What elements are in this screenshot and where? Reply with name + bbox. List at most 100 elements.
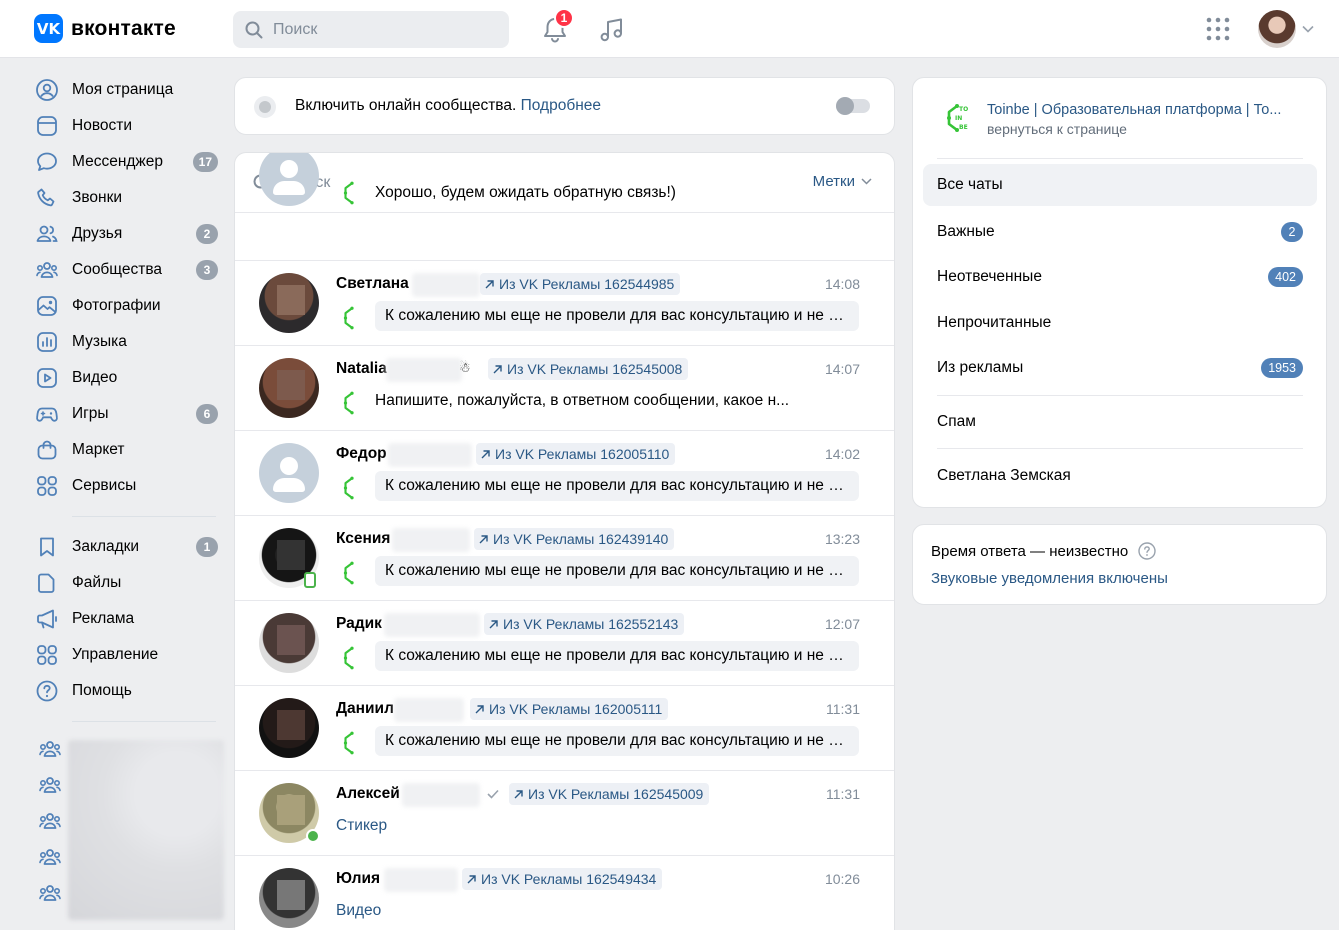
chat-row[interactable]: Алексей Из VK Рекламы 162545009 11:31 Стике… xyxy=(235,771,894,856)
video-icon xyxy=(34,365,60,391)
music-note-icon[interactable] xyxy=(598,16,626,44)
chat-row[interactable]: Светлана Из VK Рекламы 162544985 14:08 К со… xyxy=(235,261,894,346)
sidebar-item-label: Закладки xyxy=(72,538,140,555)
sidebar-item-photos[interactable]: Фотографии xyxy=(34,288,224,324)
last-message: Напишите, пожалуйста, в ответном сообщен… xyxy=(375,392,790,409)
svg-text:TO: TO xyxy=(959,106,968,113)
last-message: К сожалению мы еще не провели для вас ко… xyxy=(375,556,859,586)
back-to-page-link[interactable]: вернуться к странице xyxy=(987,121,1292,137)
contact-name: Ксения xyxy=(336,530,391,547)
chat-row[interactable]: Ксения Из VK Рекламы 162439140 13:23 К сожа… xyxy=(235,516,894,601)
sidebar-item-news[interactable]: Новости xyxy=(34,108,224,144)
community-header[interactable]: TO IN BE Toinbe | Образовательная платфо… xyxy=(943,102,1292,137)
sidebar-item-bookmark[interactable]: Закладки 1 xyxy=(34,529,224,565)
news-icon xyxy=(34,113,60,139)
sidebar-item-user-circle[interactable]: Моя страница xyxy=(34,72,224,108)
last-message-attachment: Стикер xyxy=(336,817,388,834)
blurred-surname xyxy=(388,443,472,467)
sidebar-item-label: Сообщества xyxy=(72,261,163,278)
games-icon xyxy=(34,401,60,427)
ad-source-tag[interactable]: Из VK Рекламы 162545009 xyxy=(509,783,710,805)
sidebar-item-services[interactable]: Сервисы xyxy=(34,468,224,504)
community-group-icon[interactable] xyxy=(38,737,62,761)
chat-row[interactable]: Федор Из VK Рекламы 162005110 14:02 К сожал… xyxy=(235,431,894,516)
arrow-up-right-icon xyxy=(514,789,523,798)
folder-item[interactable]: Светлана Земская xyxy=(923,455,1317,497)
sidebar-item-message[interactable]: Мессенджер 17 xyxy=(34,144,224,180)
online-toggle[interactable] xyxy=(836,97,870,115)
top-bar: VK вконтакте 1 xyxy=(0,0,1339,58)
communities-icon xyxy=(34,257,60,283)
sidebar-item-games[interactable]: Игры 6 xyxy=(34,396,224,432)
folder-item[interactable]: Все чаты xyxy=(923,164,1317,206)
sidebar-item-music[interactable]: Музыка xyxy=(34,324,224,360)
photos-icon xyxy=(34,293,60,319)
folder-item[interactable]: Непрочитанные xyxy=(923,302,1317,344)
online-indicator xyxy=(306,829,320,843)
vk-logo[interactable]: VK вконтакте xyxy=(34,14,176,43)
contact-avatar xyxy=(259,868,319,928)
community-group-icon[interactable] xyxy=(38,809,62,833)
vk-logo-mark: VK xyxy=(34,14,63,43)
ad-source-tag[interactable]: Из VK Рекламы 162005110 xyxy=(476,443,676,465)
toinbe-logo-icon xyxy=(343,731,354,755)
folder-item[interactable]: Важные 2 xyxy=(923,211,1317,253)
sidebar-item-video[interactable]: Видео xyxy=(34,360,224,396)
sidebar-item-friends[interactable]: Друзья 2 xyxy=(34,216,224,252)
sidebar-item-label: Файлы xyxy=(72,574,122,591)
sidebar-item-file[interactable]: Файлы xyxy=(34,565,224,601)
blurred-surname xyxy=(394,698,464,722)
community-name[interactable]: Toinbe | Образовательная платформа | То.… xyxy=(987,102,1292,118)
community-group-icon[interactable] xyxy=(38,773,62,797)
sidebar-item-market[interactable]: Маркет xyxy=(34,432,224,468)
banner-text: Включить онлайн сообщества. Подробнее xyxy=(295,97,601,114)
folder-count-badge: 1953 xyxy=(1261,358,1303,378)
folder-item[interactable]: Спам xyxy=(923,401,1317,443)
folder-label: Спам xyxy=(937,413,976,430)
banner-more-link[interactable]: Подробнее xyxy=(521,97,601,114)
profile-menu[interactable] xyxy=(1258,10,1314,48)
ad-source-tag[interactable]: Из VK Рекламы 162005111 xyxy=(470,698,669,720)
sound-notifications-link[interactable]: Звуковые уведомления включены xyxy=(931,570,1168,587)
sidebar-item-label: Управление xyxy=(72,646,159,663)
help-circle-icon[interactable] xyxy=(1138,542,1156,560)
contact-name: Даниил xyxy=(336,700,394,717)
folder-item[interactable]: Неотвеченные 402 xyxy=(923,256,1317,298)
chat-list: Метки Хорошо, будем ожидать обратную свя… xyxy=(234,152,895,930)
blurred-surname xyxy=(386,358,462,382)
ad-source-tag[interactable]: Из VK Рекламы 162439140 xyxy=(474,528,675,550)
chat-row[interactable]: Natalia ☃ Из VK Рекламы 162545008 14:07 Напи… xyxy=(235,346,894,431)
sidebar-item-help[interactable]: Помощь xyxy=(34,673,224,709)
sidebar-item-label: Игры xyxy=(72,405,109,422)
chat-row[interactable]: Радик Из VK Рекламы 162552143 12:07 К сожал… xyxy=(235,601,894,686)
apps-grid-icon[interactable] xyxy=(1206,17,1230,41)
top-search-box[interactable] xyxy=(233,11,509,48)
sidebar-item-manage[interactable]: Управление xyxy=(34,637,224,673)
sidebar-item-label: Реклама xyxy=(72,610,135,627)
folder-item[interactable]: Из рекламы 1953 xyxy=(923,347,1317,389)
sidebar-item-megaphone[interactable]: Реклама xyxy=(34,601,224,637)
chat-row[interactable]: Хорошо, будем ожидать обратную связь!) xyxy=(235,153,894,261)
sidebar-item-phone[interactable]: Звонки xyxy=(34,180,224,216)
panel-divider xyxy=(937,448,1303,449)
last-message: К сожалению мы еще не провели для вас ко… xyxy=(375,471,859,501)
ad-source-tag[interactable]: Из VK Рекламы 162552143 xyxy=(484,613,685,635)
contact-name: Natalia xyxy=(336,360,387,377)
sidebar-item-label: Моя страница xyxy=(72,81,174,98)
chat-row[interactable]: Даниил Из VK Рекламы 162005111 11:31 К сожа… xyxy=(235,686,894,771)
contact-name: Юлия xyxy=(336,870,381,887)
ad-source-tag[interactable]: Из VK Рекламы 162549434 xyxy=(462,868,663,890)
top-search-input[interactable] xyxy=(273,20,473,39)
toinbe-logo-icon xyxy=(343,306,354,330)
community-group-icon[interactable] xyxy=(38,845,62,869)
last-message-attachment: Видео xyxy=(336,902,382,919)
chat-row[interactable]: Юлия Из VK Рекламы 162549434 10:26 Видео xyxy=(235,856,894,930)
arrow-up-right-icon xyxy=(489,619,498,628)
ad-source-tag[interactable]: Из VK Рекламы 162545008 xyxy=(488,358,689,380)
arrow-up-right-icon xyxy=(485,279,494,288)
sidebar-item-label: Фотографии xyxy=(72,297,161,314)
folders-panel: TO IN BE Toinbe | Образовательная платфо… xyxy=(912,77,1327,508)
community-group-icon[interactable] xyxy=(38,881,62,905)
sidebar-item-communities[interactable]: Сообщества 3 xyxy=(34,252,224,288)
ad-source-tag[interactable]: Из VK Рекламы 162544985 xyxy=(480,273,681,295)
